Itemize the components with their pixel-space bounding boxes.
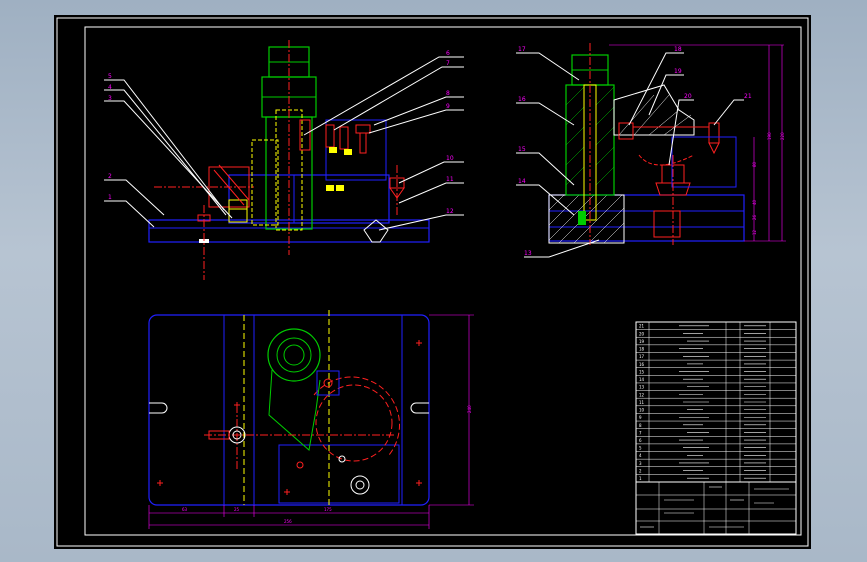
parts-row-number: 2: [639, 468, 642, 473]
parts-row-number: 17: [639, 354, 645, 359]
parts-row-number: 21: [639, 324, 645, 329]
column-boss: [267, 328, 321, 382]
parts-row-number: 8: [639, 423, 642, 428]
balloon-14: 14: [518, 178, 526, 185]
parts-row-number: 1: [639, 476, 642, 481]
inner-frame: [84, 26, 802, 536]
dim-80: 80: [752, 161, 757, 167]
balloon-1: 1: [108, 194, 112, 201]
balloon-16: 16: [518, 96, 526, 103]
parts-row-number: 15: [639, 369, 645, 374]
parts-row-number: 5: [639, 446, 642, 451]
parts-row-number: 3: [639, 461, 642, 466]
balloon-6: 6: [446, 50, 450, 57]
parts-row-number: 14: [639, 377, 645, 382]
parts-row-number: 11: [639, 400, 645, 405]
parts-row-number: 20: [639, 331, 645, 336]
balloon-19: 19: [674, 68, 682, 75]
dim-220: 220: [780, 132, 785, 140]
side-view: [516, 43, 786, 258]
balloon-7: 7: [446, 60, 450, 67]
parts-list: 212019181716151413121110987654321: [635, 321, 797, 483]
side-view-dims: 80 190 220 40 26 12: [752, 132, 785, 235]
parts-row-number: 4: [639, 453, 642, 458]
balloon-17: 17: [518, 46, 526, 53]
balloon-5: 5: [108, 73, 112, 80]
dim-25: 25: [234, 507, 240, 512]
parts-row-number: 19: [639, 339, 645, 344]
side-view-balloons: 17 16 15 14 13 18 19 20 21: [518, 46, 752, 257]
balloon-15: 15: [518, 146, 526, 153]
balloon-3: 3: [108, 95, 112, 102]
drawing-sheet: 5 4 3 2 1 6 7 8 9 10 11 12 17 16 15 14 1…: [54, 15, 811, 549]
cad-drawing: 5 4 3 2 1 6 7 8 9 10 11 12 17 16 15 14 1…: [56, 17, 809, 547]
title-block: [635, 481, 797, 535]
parts-row-number: 9: [639, 415, 642, 420]
parts-row-number: 7: [639, 430, 642, 435]
dim-190: 190: [767, 132, 772, 140]
dim-26: 26: [752, 214, 757, 220]
balloon-13: 13: [524, 250, 532, 257]
balloon-4: 4: [108, 84, 112, 91]
balloon-12: 12: [446, 208, 454, 215]
parts-row-number: 10: [639, 408, 645, 413]
balloon-9: 9: [446, 103, 450, 110]
dim-256: 256: [284, 519, 292, 524]
dim-175: 175: [324, 507, 332, 512]
balloon-11: 11: [446, 176, 454, 183]
parts-row-number: 18: [639, 347, 645, 352]
parts-row-number: 16: [639, 362, 645, 367]
balloon-2: 2: [108, 173, 112, 180]
balloon-8: 8: [446, 90, 450, 97]
balloon-21: 21: [744, 93, 752, 100]
plan-view: [148, 310, 474, 529]
balloon-18: 18: [674, 46, 682, 53]
balloon-20: 20: [684, 93, 692, 100]
balloon-10: 10: [446, 155, 454, 162]
dim-40: 40: [752, 199, 757, 205]
dim-12: 12: [752, 229, 757, 235]
parts-row-number: 13: [639, 385, 645, 390]
parts-row-number: 6: [639, 438, 642, 443]
dim-63: 63: [182, 507, 188, 512]
parts-row-number: 12: [639, 392, 645, 397]
dim-240: 240: [467, 405, 472, 413]
front-view: [104, 40, 464, 280]
